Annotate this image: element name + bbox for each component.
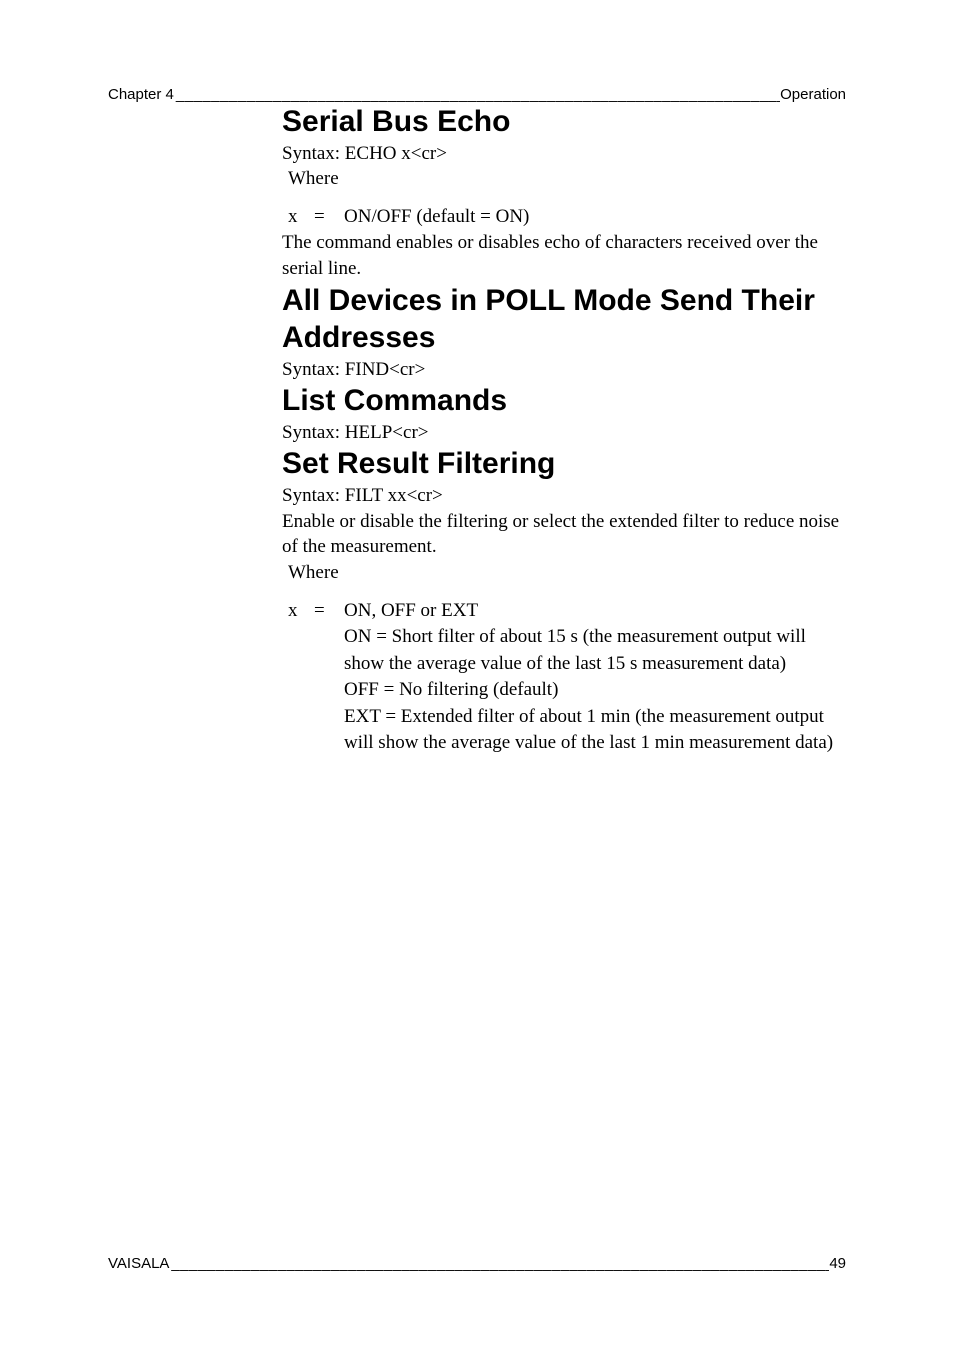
filt-desc-line2: ON = Short filter of about 15 s (the mea… <box>344 624 846 677</box>
heading-filt: Set Result Filtering <box>282 445 846 483</box>
filt-desc-line1: ON, OFF or EXT <box>344 598 846 625</box>
running-head: Chapter 4 ______________________________… <box>108 86 846 103</box>
echo-syntax: Syntax: ECHO x<cr> <box>282 141 846 167</box>
echo-where-label: Where <box>282 166 846 192</box>
filt-desc-line4: EXT = Extended filter of about 1 min (th… <box>344 704 846 757</box>
footer-page-number: 49 <box>829 1255 846 1272</box>
heading-help: List Commands <box>282 382 846 420</box>
filt-where-table: x = ON, OFF or EXT ON = Short filter of … <box>282 598 846 758</box>
header-section: Operation <box>780 86 846 103</box>
filt-description: Enable or disable the filtering or selec… <box>282 509 846 560</box>
filt-syntax: Syntax: FILT xx<cr> <box>282 483 846 509</box>
echo-where-eq: = <box>314 204 344 231</box>
echo-where-var: x <box>288 204 314 231</box>
running-foot: VAISALA ________________________________… <box>108 1255 846 1272</box>
footer-brand: VAISALA <box>108 1255 169 1272</box>
filt-where-var: x <box>288 598 314 758</box>
echo-where-table: x = ON/OFF (default = ON) <box>282 204 846 231</box>
filt-where-eq: = <box>314 598 344 758</box>
content-area: Serial Bus Echo Syntax: ECHO x<cr> Where… <box>282 103 846 757</box>
help-syntax: Syntax: HELP<cr> <box>282 420 846 446</box>
echo-where-desc: ON/OFF (default = ON) <box>344 204 846 231</box>
heading-find: All Devices in POLL Mode Send Their Addr… <box>282 282 846 357</box>
find-syntax: Syntax: FIND<cr> <box>282 357 846 383</box>
filt-where-label: Where <box>282 560 846 586</box>
filt-where-desc: ON, OFF or EXT ON = Short filter of abou… <box>344 598 846 758</box>
header-rule: ________________________________________… <box>174 86 780 103</box>
echo-description: The command enables or disables echo of … <box>282 230 846 281</box>
heading-serial-bus-echo: Serial Bus Echo <box>282 103 846 141</box>
footer-rule: ________________________________________… <box>169 1255 829 1272</box>
filt-desc-line3: OFF = No filtering (default) <box>344 677 846 704</box>
header-chapter: Chapter 4 <box>108 86 174 103</box>
